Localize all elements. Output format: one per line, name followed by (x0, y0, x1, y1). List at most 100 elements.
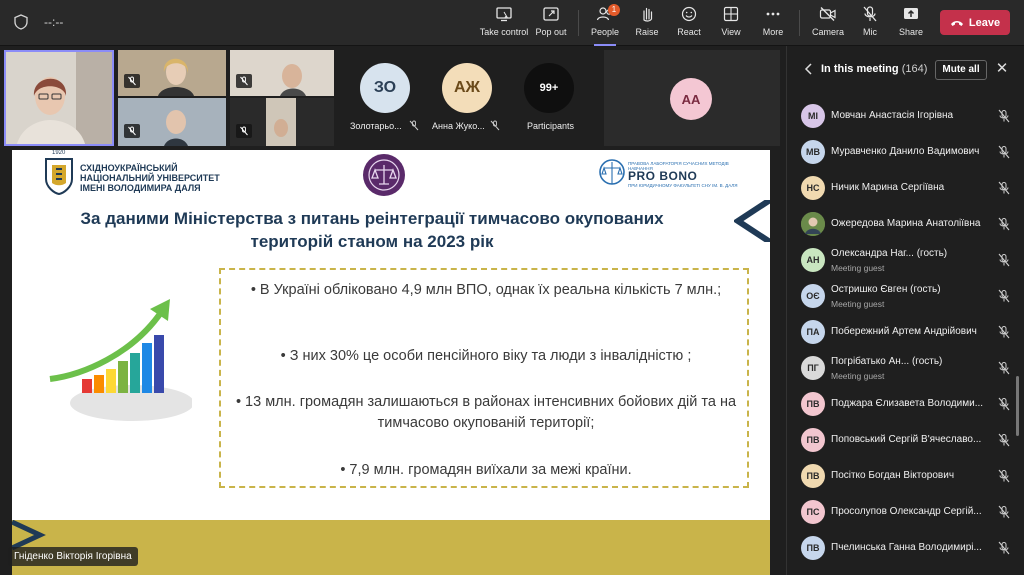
participants-overflow-button[interactable]: 99+ (524, 63, 574, 113)
avatar: АН (801, 248, 825, 272)
avatar: НС (801, 176, 825, 200)
view-label: View (721, 27, 741, 37)
participants-overflow-label: Participants (527, 121, 575, 131)
video-tile[interactable] (118, 98, 226, 146)
participant-video-feed (266, 98, 296, 146)
participant-avatar: АА (670, 78, 712, 120)
law-faculty-seal-icon (363, 154, 405, 196)
mic-off-icon[interactable] (997, 505, 1011, 519)
avatar: ОЄ (801, 284, 825, 308)
participant-name: Ожередова Марина Анатоліївна (831, 218, 981, 229)
mic-off-icon[interactable] (997, 253, 1011, 267)
slide-chevron-decoration (734, 200, 770, 242)
slide-title: За даними Міністерства з питань реінтегр… (80, 209, 664, 251)
close-icon[interactable]: ✕ (995, 61, 1009, 77)
mic-off-icon[interactable] (997, 145, 1011, 159)
participant-row[interactable]: ПС Просолупов Олександр Сергій... (787, 494, 1024, 530)
mic-off-icon[interactable] (997, 361, 1011, 375)
mute-all-button[interactable]: Mute all (935, 60, 987, 80)
participant-row[interactable]: ПВ Поповський Сергій В'ячеславо... (787, 422, 1024, 458)
slide-bullet: • З них 30% це особи пенсійного віку та … (280, 348, 692, 364)
participant-name: Олександра Наг... (гость) (831, 248, 948, 259)
participant-row[interactable]: МІ Мовчан Анастасія Ігорівна (787, 98, 1024, 134)
participant-row[interactable]: ПА Побережний Артем Андрійович (787, 314, 1024, 350)
mic-off-icon[interactable] (997, 433, 1011, 447)
participant-row[interactable]: МВ Муравченко Данило Вадимович (787, 134, 1024, 170)
leave-button[interactable]: Leave (940, 10, 1010, 35)
react-button[interactable]: React (670, 6, 708, 42)
raise-label: Raise (635, 27, 659, 37)
raise-hand-button[interactable]: Raise (628, 6, 666, 42)
participant-avatar[interactable]: АЖ (442, 63, 492, 113)
mic-off-icon (236, 74, 252, 88)
participant-row[interactable]: ПГ Погрібатько Ан... (гость) Meeting guest (787, 350, 1024, 386)
participant-row[interactable]: Ожередова Марина Анатоліївна (787, 206, 1024, 242)
participant-row[interactable]: ПВ Пчелинська Ганна Володимирі... (787, 530, 1024, 566)
video-tile[interactable]: АА (604, 50, 780, 146)
mic-off-icon[interactable] (997, 181, 1011, 195)
video-tile[interactable] (230, 50, 334, 96)
participant-name: Муравченко Данило Вадимович (831, 146, 980, 157)
mic-off-icon[interactable] (997, 289, 1011, 303)
participant-name: Остришко Євген (гость) (831, 284, 941, 295)
participant-name: Пчелинська Ганна Володимирі... (831, 542, 982, 553)
presenter-name-tag: Гніденко Вікторія Ігорівна (8, 547, 138, 566)
participant-role: Meeting guest (831, 299, 885, 309)
mic-off-icon[interactable] (997, 541, 1011, 555)
presenter-video-feed (6, 52, 112, 144)
pro-bono-logo-icon (599, 159, 625, 185)
more-button[interactable]: More (754, 6, 792, 42)
participant-row[interactable]: ПВ Посітко Богдан Вікторович (787, 458, 1024, 494)
avatar (801, 212, 825, 236)
participant-video-feed (118, 50, 226, 96)
participant-name: Погрібатько Ан... (гость) (831, 356, 943, 367)
people-label: People (590, 27, 620, 37)
participant-name: Посітко Богдан Вікторович (831, 470, 955, 481)
mic-off-icon[interactable] (997, 217, 1011, 231)
pop-out-button[interactable]: Pop out (532, 6, 570, 42)
participant-avatar[interactable]: ЗО (360, 63, 410, 113)
mic-off-icon[interactable] (997, 109, 1011, 123)
shared-slide: 1920 СХІДНОУКРАЇНСЬКИЙ НАЦІОНАЛЬНИЙ УНІВ… (12, 150, 770, 575)
camera-button[interactable]: Camera (808, 6, 848, 42)
avatar: МІ (801, 104, 825, 128)
meeting-toolbar: --:-- Take control Pop out 1 People Rais… (0, 0, 1024, 46)
share-button[interactable]: Share (892, 6, 930, 42)
mic-off-icon[interactable] (997, 325, 1011, 339)
panel-scrollbar[interactable] (1016, 376, 1019, 436)
take-control-label: Take control (479, 27, 529, 37)
university-name-line: СХІДНОУКРАЇНСЬКИЙ (80, 163, 178, 173)
mic-off-icon (124, 124, 140, 138)
participant-row[interactable]: ОЄ Остришко Євген (гость) Meeting guest (787, 278, 1024, 314)
mic-off-icon[interactable] (997, 397, 1011, 411)
university-name-line: НАЦІОНАЛЬНИЙ УНІВЕРСИТЕТ (80, 173, 220, 183)
mic-label: Mic (863, 27, 877, 37)
avatar: ПВ (801, 536, 825, 560)
avatar: ПВ (801, 392, 825, 416)
avatar: ПГ (801, 356, 825, 380)
view-button[interactable]: View (712, 6, 750, 42)
take-control-button[interactable]: Take control (478, 6, 530, 42)
video-tile[interactable] (118, 50, 226, 96)
video-tile[interactable] (230, 98, 334, 146)
mic-off-icon (124, 74, 140, 88)
avatar: ПВ (801, 464, 825, 488)
pro-bono-subtitle: ПРИ ЮРИДИЧНОМУ ФАКУЛЬТЕТІ СНУ ІМ. В. ДАЛ… (628, 183, 738, 188)
year-badge: 1920 (52, 150, 66, 156)
mic-button[interactable]: Mic (852, 6, 888, 42)
growth-chart-illustration (49, 299, 192, 421)
video-tile-self-presenter[interactable] (4, 50, 114, 146)
slide-bullet: • 7,9 млн. громадян виїхали за межі краї… (340, 462, 632, 478)
people-button[interactable]: 1 People (586, 4, 624, 46)
chevron-left-icon[interactable] (803, 62, 815, 76)
participant-row[interactable]: ПВ Поджара Єлизавета Володими... (787, 386, 1024, 422)
participant-name: Мовчан Анастасія Ігорівна (831, 110, 954, 121)
people-panel: In this meeting (164) Mute all ✕ МІ Мовча… (786, 46, 1024, 575)
participant-row[interactable]: НС Ничик Марина Сергіївна (787, 170, 1024, 206)
more-label: More (762, 27, 784, 37)
mic-off-icon[interactable] (997, 469, 1011, 483)
avatar: ПВ (801, 428, 825, 452)
participant-row[interactable]: АН Олександра Наг... (гость) Meeting guest (787, 242, 1024, 278)
participant-name: Просолупов Олександр Сергій... (831, 506, 982, 517)
panel-title-text: In this meeting (821, 63, 899, 75)
